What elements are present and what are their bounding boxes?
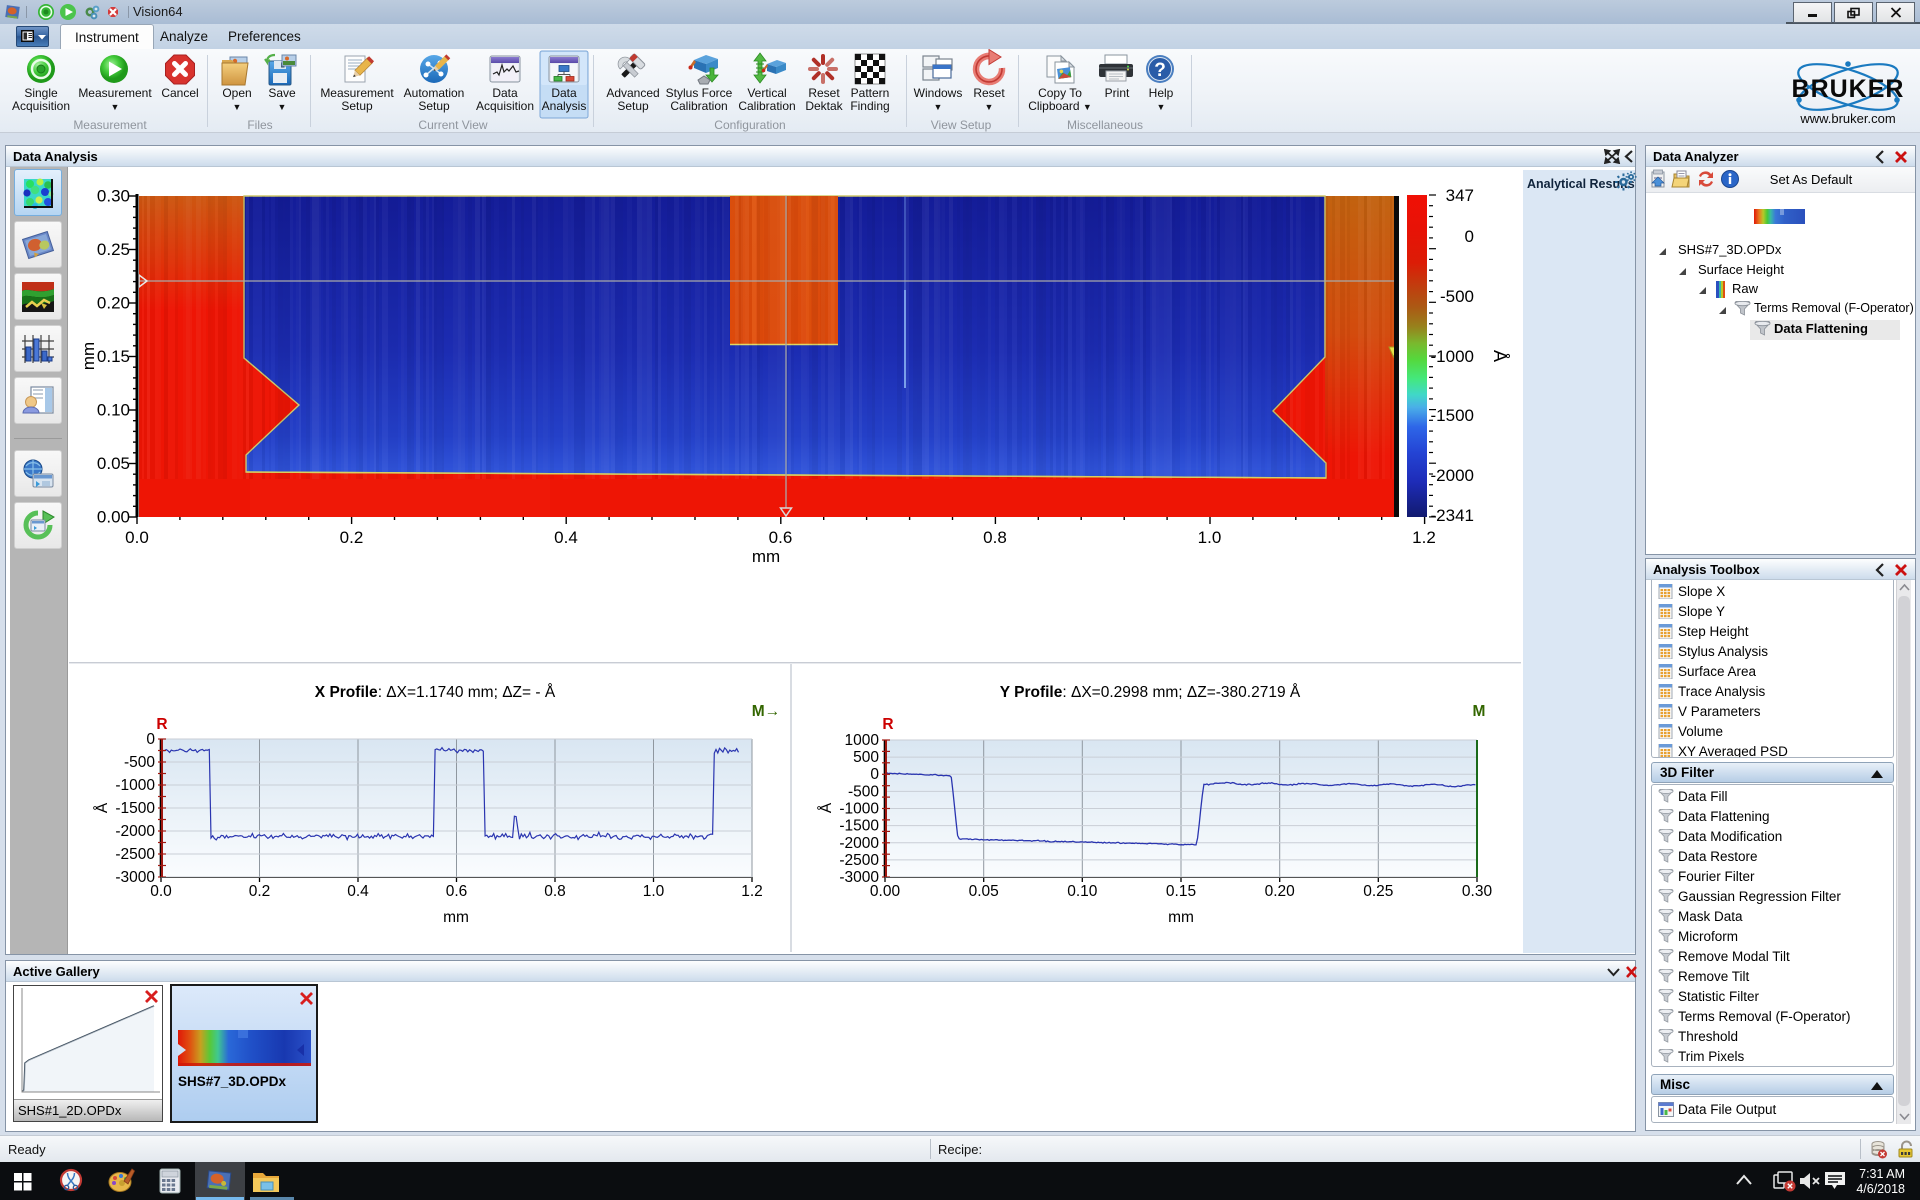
svg-text:0.30: 0.30 xyxy=(1462,883,1493,900)
svg-text:-500: -500 xyxy=(1440,287,1474,306)
svg-text:www.bruker.com: www.bruker.com xyxy=(1799,111,1895,126)
svg-text:-2500: -2500 xyxy=(839,852,879,869)
svg-text:0.05: 0.05 xyxy=(969,883,999,900)
svg-text:mm: mm xyxy=(1168,909,1194,926)
svg-text:0.00: 0.00 xyxy=(870,883,901,900)
svg-text:-2000: -2000 xyxy=(839,835,879,852)
svg-text:mm: mm xyxy=(80,342,98,370)
svg-text:0.4: 0.4 xyxy=(347,883,369,900)
svg-text:0.15: 0.15 xyxy=(1166,883,1196,900)
svg-text:0: 0 xyxy=(146,731,155,748)
svg-text:R: R xyxy=(156,716,167,733)
svg-text:BRUKER: BRUKER xyxy=(1792,75,1905,103)
svg-text:500: 500 xyxy=(853,749,879,766)
svg-text:-2000: -2000 xyxy=(1431,466,1474,485)
svg-text:-500: -500 xyxy=(848,783,879,800)
svg-text:0.0: 0.0 xyxy=(125,528,149,547)
svg-text:7:31 AM: 7:31 AM xyxy=(1859,1167,1905,1181)
svg-text:0.8: 0.8 xyxy=(983,528,1007,547)
svg-text:0.2: 0.2 xyxy=(249,883,271,900)
svg-text:0.2: 0.2 xyxy=(340,528,364,547)
svg-text:Å: Å xyxy=(818,802,835,813)
svg-text:0.4: 0.4 xyxy=(554,528,578,547)
svg-text:Å: Å xyxy=(1490,350,1510,362)
svg-text:0: 0 xyxy=(870,766,879,783)
svg-text:0.6: 0.6 xyxy=(769,528,793,547)
svg-text:0.25: 0.25 xyxy=(97,240,130,259)
svg-text:Å: Å xyxy=(94,802,111,813)
svg-text:1.2: 1.2 xyxy=(741,883,763,900)
svg-text:0.8: 0.8 xyxy=(544,883,566,900)
svg-text:-2000: -2000 xyxy=(115,823,155,840)
svg-text:mm: mm xyxy=(752,547,780,566)
svg-text:-1000: -1000 xyxy=(839,801,879,818)
svg-text:0.20: 0.20 xyxy=(97,294,130,313)
svg-text:-2341: -2341 xyxy=(1431,506,1474,525)
svg-text:-1500: -1500 xyxy=(1431,406,1474,425)
svg-text:0.10: 0.10 xyxy=(1067,883,1098,900)
svg-text:4/6/2018: 4/6/2018 xyxy=(1856,1182,1905,1196)
svg-text:0.20: 0.20 xyxy=(1265,883,1296,900)
svg-text:347: 347 xyxy=(1446,186,1474,205)
svg-text:0.05: 0.05 xyxy=(97,454,130,473)
svg-text:-1500: -1500 xyxy=(115,800,155,817)
svg-text:0.0: 0.0 xyxy=(150,883,172,900)
svg-text:-1000: -1000 xyxy=(115,777,155,794)
svg-text:Y Profile: ΔX=0.2998 mm; ΔZ=-3: Y Profile: ΔX=0.2998 mm; ΔZ=-380.2719 Å xyxy=(1000,684,1301,701)
svg-text:1.0: 1.0 xyxy=(643,883,665,900)
svg-text:1.0: 1.0 xyxy=(1198,528,1222,547)
svg-text:-1500: -1500 xyxy=(839,818,879,835)
svg-text:M→: M→ xyxy=(752,703,780,720)
svg-text:0.15: 0.15 xyxy=(97,347,130,366)
svg-text:1000: 1000 xyxy=(845,732,880,749)
svg-text:0: 0 xyxy=(1465,227,1474,246)
svg-text:M: M xyxy=(1473,703,1486,720)
svg-text:mm: mm xyxy=(443,909,469,926)
svg-text:-500: -500 xyxy=(124,754,155,771)
svg-text:-2500: -2500 xyxy=(115,846,155,863)
svg-text:0.00: 0.00 xyxy=(97,508,130,527)
svg-text:X Profile: ΔX=1.1740 mm; ΔZ= -: X Profile: ΔX=1.1740 mm; ΔZ= - Å xyxy=(315,684,556,701)
svg-text:?: ? xyxy=(1154,60,1166,81)
svg-text:-1000: -1000 xyxy=(1431,347,1474,366)
svg-text:R: R xyxy=(882,716,893,733)
svg-text:1.2: 1.2 xyxy=(1412,528,1436,547)
svg-text:0.25: 0.25 xyxy=(1363,883,1393,900)
svg-text:0.30: 0.30 xyxy=(97,187,130,206)
svg-text:0.6: 0.6 xyxy=(446,883,468,900)
svg-text:0.10: 0.10 xyxy=(97,401,130,420)
